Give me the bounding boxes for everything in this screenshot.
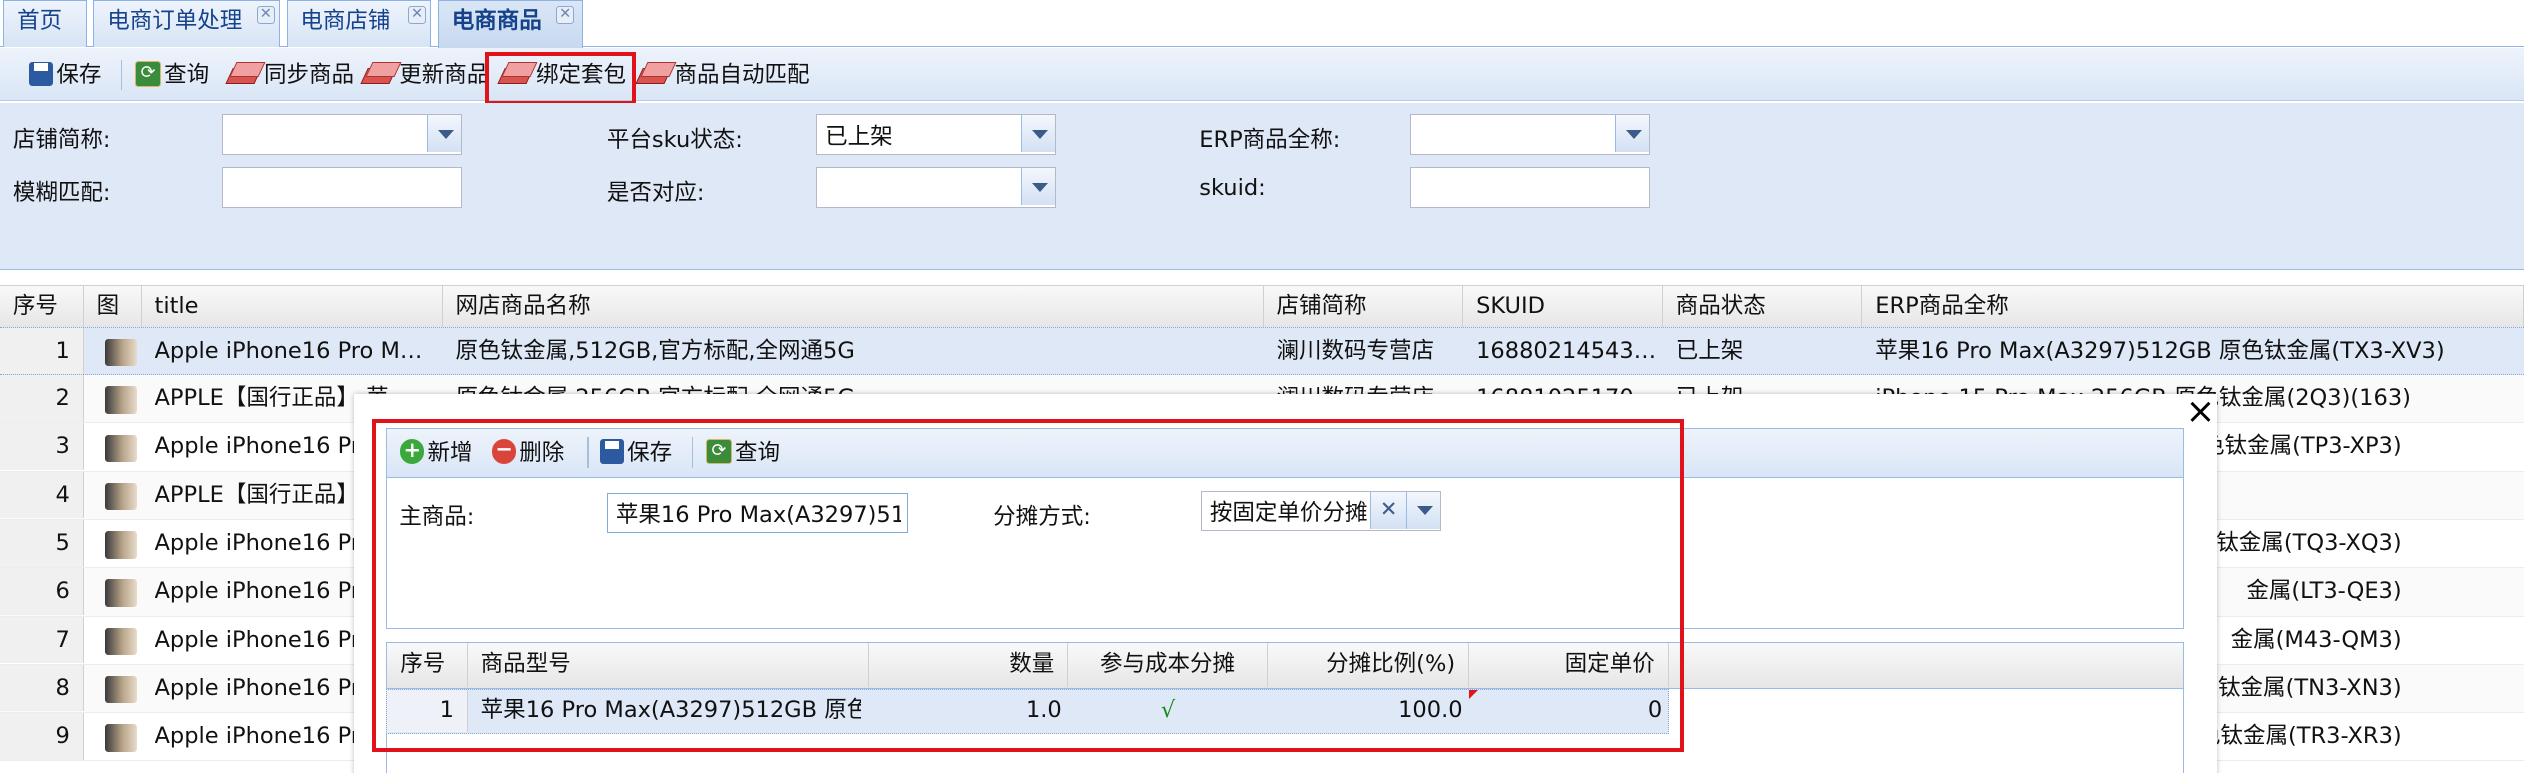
table-row[interactable]: 1 Apple iPhone16 Pro Max … 原色钛金属,512GB,官方标… — [0, 326, 2524, 376]
dropdown-arrow-icon[interactable] — [427, 115, 461, 153]
dropdown-arrow-icon[interactable] — [1021, 168, 1055, 206]
row-number: 1 — [0, 327, 84, 375]
separator — [120, 59, 123, 91]
tab-label: 电商商品 — [451, 8, 542, 34]
close-icon[interactable]: ✕ — [408, 5, 426, 24]
close-icon[interactable]: ✕ — [256, 5, 275, 24]
product-image — [104, 676, 137, 704]
tab-order-processing[interactable]: 电商订单处理 ✕ — [93, 0, 281, 47]
col-skuid[interactable]: SKUID — [1463, 285, 1663, 328]
save-icon — [28, 61, 54, 86]
col-status[interactable]: 商品状态 — [1663, 285, 1863, 328]
sync-products-button[interactable]: 同步商品 — [229, 58, 354, 93]
main-toolbar: 保存 ⟳ 查询 同步商品 更新商品 绑定套包 商品自动匹配 — [0, 48, 2524, 102]
row-number: 5 — [0, 519, 84, 567]
sku-status-value: 已上架 — [825, 123, 893, 150]
col-seq[interactable]: 序号 — [0, 285, 84, 328]
product-image — [104, 482, 137, 511]
row-erp-name: 色钛金属(TR3-XR3) — [2197, 723, 2402, 750]
mapped-label: 是否对应: — [606, 180, 705, 207]
col-title[interactable]: title — [142, 285, 443, 328]
product-image — [104, 724, 137, 752]
row-erp-name: 金属(M43-QM3) — [2230, 626, 2402, 653]
sku-status-label: 平台sku状态: — [606, 127, 743, 154]
save-button[interactable]: 保存 — [28, 58, 102, 93]
auto-match-button[interactable]: 商品自动匹配 — [639, 58, 810, 93]
row-number: 9 — [0, 713, 84, 760]
row-number: 3 — [0, 423, 84, 471]
erp-name-label: ERP商品全称: — [1199, 127, 1341, 154]
update-products-button[interactable]: 更新商品 — [364, 58, 489, 93]
row-number: 8 — [0, 664, 84, 712]
query-icon: ⟳ — [135, 60, 161, 87]
query-label: 查询 — [164, 61, 210, 88]
dropdown-arrow-icon[interactable] — [1021, 115, 1055, 153]
product-image — [104, 339, 137, 367]
row-number: 7 — [0, 616, 84, 664]
tab-bar: 首页 电商订单处理 ✕ 电商店铺 ✕ 电商商品 ✕ — [0, 0, 2524, 49]
product-image — [104, 434, 137, 462]
skuid-label: skuid: — [1199, 175, 1266, 202]
sku-status-select[interactable]: 已上架 — [816, 114, 1056, 155]
update-icon — [364, 62, 396, 86]
row-erp-name: 色钛金属(TQ3-XQ3) — [2193, 529, 2402, 556]
product-image — [104, 531, 137, 559]
erp-name-select[interactable] — [1410, 114, 1650, 155]
tab-label: 首页 — [17, 8, 63, 34]
row-erp-name: 苹果16 Pro Max(A3297)512GB 原色钛金属(TX3-XV3) — [1875, 337, 2445, 364]
close-icon[interactable]: ✕ — [556, 5, 575, 24]
shop-select[interactable] — [222, 114, 462, 155]
product-image — [104, 579, 137, 607]
row-shop-name: 澜川数码专营店 — [1276, 337, 1435, 364]
row-title: Apple iPhone16 Pro Max … — [154, 337, 432, 364]
tab-products[interactable]: 电商商品 ✕ — [437, 0, 583, 49]
fuzzy-label: 模糊匹配: — [12, 180, 111, 207]
dropdown-arrow-icon[interactable] — [1615, 115, 1649, 153]
col-image[interactable]: 图 — [84, 285, 142, 328]
product-image — [104, 386, 137, 414]
grid-header: 序号 图 title 网店商品名称 店铺简称 SKUID 商品状态 ERP商品全… — [0, 284, 2524, 329]
mapped-select[interactable] — [816, 167, 1056, 208]
row-erp-name: 金属(LT3-QE3) — [2246, 578, 2402, 605]
sync-label: 同步商品 — [263, 61, 355, 88]
tab-label: 电商订单处理 — [107, 8, 243, 34]
close-icon[interactable]: × — [2184, 394, 2216, 429]
sync-icon — [229, 62, 261, 86]
row-number: 6 — [0, 568, 84, 615]
highlight-box — [484, 51, 636, 105]
row-erp-name: 色钛金属(TN3-XN3) — [2195, 674, 2402, 701]
tab-home[interactable]: 首页 — [3, 0, 87, 47]
tab-label: 电商店铺 — [300, 8, 391, 34]
shop-label: 店铺简称: — [12, 127, 111, 154]
auto-match-label: 商品自动匹配 — [674, 61, 810, 88]
row-skuid: 1688021454309 — [1476, 337, 1657, 364]
row-status: 已上架 — [1675, 337, 1744, 364]
highlight-box — [371, 418, 1684, 752]
row-shop-product-name: 原色钛金属,512GB,官方标配,全网通5G — [455, 337, 855, 364]
auto-match-icon — [639, 62, 671, 86]
skuid-input[interactable] — [1410, 167, 1650, 208]
fuzzy-input[interactable] — [222, 167, 462, 208]
row-number: 2 — [0, 375, 84, 422]
query-button[interactable]: ⟳ 查询 — [135, 58, 209, 93]
row-number: 4 — [0, 471, 84, 519]
update-label: 更新商品 — [399, 61, 490, 88]
save-label: 保存 — [56, 61, 102, 88]
col-erp-name[interactable]: ERP商品全称 — [1862, 285, 2524, 328]
product-image — [104, 627, 137, 656]
col-shop-name[interactable]: 店铺简称 — [1264, 285, 1464, 328]
col-shop-product-name[interactable]: 网店商品名称 — [443, 285, 1264, 328]
tab-shops[interactable]: 电商店铺 ✕ — [286, 0, 432, 47]
